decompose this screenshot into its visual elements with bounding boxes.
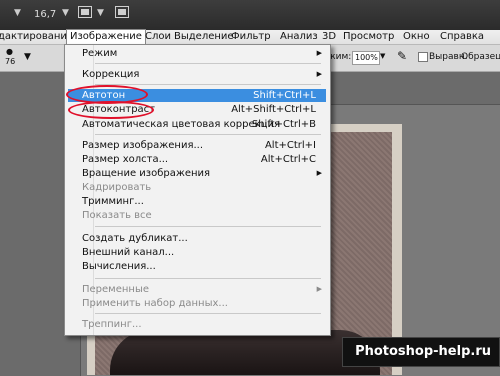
arrange-chevron-icon[interactable]: ▼ <box>97 8 104 18</box>
menu-filter[interactable]: Фильтр <box>231 31 271 42</box>
menu-item-label: Вращение изображения <box>82 168 211 179</box>
zoom-value: 16,7 <box>34 9 57 20</box>
menu-separator <box>95 134 321 135</box>
menu-separator <box>95 63 321 64</box>
menu-separator <box>95 226 321 227</box>
menu-item-label: Тримминг... <box>82 196 144 207</box>
menu-item-shortcut: Alt+Shift+Ctrl+L <box>231 104 316 115</box>
menu-help[interactable]: Справка <box>440 31 484 42</box>
brush-chevron-icon[interactable]: ▼ <box>24 52 31 62</box>
menu-separator <box>95 84 321 85</box>
menu-item-canvas-size[interactable]: Размер холста... Alt+Ctrl+C <box>68 153 326 166</box>
menu-item-shortcut: Alt+Ctrl+I <box>264 140 316 151</box>
menu-window[interactable]: Окно <box>403 31 430 42</box>
menu-item-label: Коррекция <box>82 69 140 80</box>
brush-dot-icon[interactable]: ● <box>6 47 13 56</box>
submenu-arrow-icon: ▶ <box>316 49 322 57</box>
menu-separator <box>95 278 321 279</box>
menu-item-label: Применить набор данных... <box>82 298 228 309</box>
zoom-chevron-icon[interactable]: ▼ <box>62 8 69 18</box>
submenu-arrow-icon: ▶ <box>316 70 322 78</box>
brush-size: 76 <box>5 57 16 66</box>
sample-label: Образец: <box>461 52 500 62</box>
menu-item-shortcut: Alt+Ctrl+C <box>260 154 316 165</box>
menu-item-shortcut: Shift+Ctrl+B <box>251 119 316 130</box>
menu-item-label: Кадрировать <box>82 182 152 193</box>
submenu-arrow-icon: ▶ <box>316 169 322 177</box>
airbrush-icon[interactable]: ✎ <box>397 49 407 63</box>
menu-bar: дактирование Изображение Слои Выделение … <box>0 29 500 45</box>
menu-select[interactable]: Выделение <box>174 31 234 42</box>
menu-view[interactable]: Просмотр <box>343 31 394 42</box>
menu-item-duplicate[interactable]: Создать дубликат... <box>68 232 326 245</box>
menu-item-image-rotation[interactable]: Вращение изображения ▶ <box>68 167 326 180</box>
menu-item-crop[interactable]: Кадрировать <box>68 181 326 194</box>
flow-chevron-icon[interactable]: ▼ <box>380 52 385 60</box>
menu-item-calculations[interactable]: Вычисления... <box>68 260 326 273</box>
menu-item-label: Переменные <box>82 284 149 295</box>
menu-item-reveal-all[interactable]: Показать все <box>68 209 326 222</box>
menu-edit[interactable]: дактирование <box>0 31 73 42</box>
menu-item-label: Вычисления... <box>82 261 156 272</box>
flow-input[interactable]: 100% <box>352 51 380 65</box>
menu-item-auto-color[interactable]: Автоматическая цветовая коррекция Shift+… <box>68 118 326 131</box>
menu-item-apply-image[interactable]: Внешний канал... <box>68 246 326 259</box>
submenu-arrow-icon: ▶ <box>316 285 322 293</box>
menu-analysis[interactable]: Анализ <box>280 31 318 42</box>
menu-item-image-size[interactable]: Размер изображения... Alt+Ctrl+I <box>68 139 326 152</box>
menu-item-label: Режим <box>82 48 118 59</box>
brush-preset-chevron-icon[interactable]: ▼ <box>14 8 21 18</box>
menu-item-mode[interactable]: Режим ▶ <box>68 47 326 60</box>
menu-item-label: Размер холста... <box>82 154 169 165</box>
menu-3d[interactable]: 3D <box>322 31 336 42</box>
screen-mode-icon[interactable] <box>115 6 129 18</box>
menu-item-label: Автоматическая цветовая коррекция <box>82 119 280 130</box>
watermark: Photoshop-help.ru <box>342 337 500 367</box>
menu-item-label: Размер изображения... <box>82 140 204 151</box>
annotation-oval-auto-contrast <box>68 101 154 119</box>
top-toolbar: ▼ 16,7 ▼ ▼ <box>0 0 500 30</box>
menu-separator <box>95 313 321 314</box>
aligned-checkbox[interactable] <box>418 52 428 62</box>
photo-collar <box>110 330 380 375</box>
menu-item-label: Треппинг... <box>82 319 142 330</box>
menu-image[interactable]: Изображение <box>66 29 146 44</box>
menu-item-shortcut: Shift+Ctrl+L <box>253 90 316 101</box>
menu-item-label: Показать все <box>82 210 152 221</box>
menu-item-trim[interactable]: Тримминг... <box>68 195 326 208</box>
menu-item-adjustments[interactable]: Коррекция ▶ <box>68 68 326 81</box>
menu-item-label: Внешний канал... <box>82 247 175 258</box>
menu-item-trap[interactable]: Треппинг... <box>68 318 326 331</box>
menu-item-apply-data-set[interactable]: Применить набор данных... <box>68 297 326 310</box>
arrange-documents-icon[interactable] <box>78 6 92 18</box>
menu-layers[interactable]: Слои <box>145 31 171 42</box>
menu-item-label: Создать дубликат... <box>82 233 188 244</box>
menu-item-variables[interactable]: Переменные ▶ <box>68 283 326 296</box>
